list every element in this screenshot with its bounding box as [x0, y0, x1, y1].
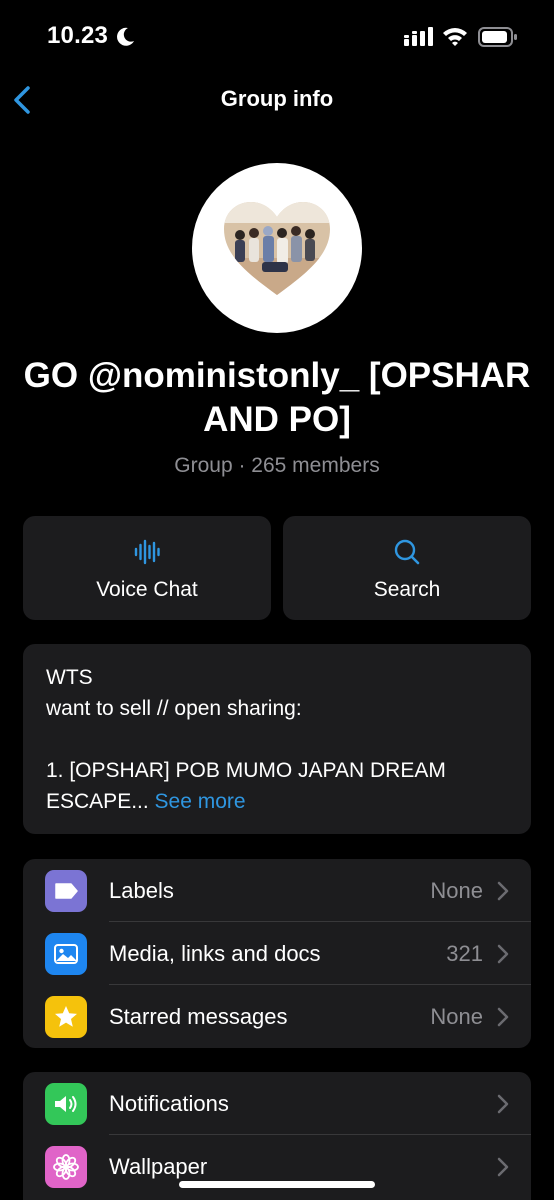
media-settings-list: Labels None Media, links and docs 321 St…: [23, 859, 531, 1048]
moon-icon: [117, 27, 134, 46]
wallpaper-row[interactable]: Wallpaper: [23, 1135, 531, 1198]
nav-bar: Group info: [0, 76, 554, 122]
group-description: WTS want to sell // open sharing: 1. [OP…: [23, 644, 531, 834]
home-indicator[interactable]: [179, 1181, 375, 1188]
voice-chat-button[interactable]: Voice Chat: [23, 516, 271, 620]
chevron-right-icon: [497, 1157, 509, 1177]
labels-row[interactable]: Labels None: [23, 859, 531, 922]
battery-icon: [478, 27, 517, 47]
page-title: Group info: [220, 86, 334, 111]
chevron-right-icon: [497, 944, 509, 964]
row-value: None: [430, 878, 483, 903]
row-label: Media, links and docs: [109, 941, 321, 966]
starred-messages-row[interactable]: Starred messages None: [23, 985, 531, 1048]
chevron-right-icon: [497, 881, 509, 901]
row-label: Labels: [109, 878, 174, 903]
row-label: Notifications: [109, 1091, 229, 1116]
description-text: WTS want to sell // open sharing: 1. [OP…: [46, 662, 516, 817]
row-label: Starred messages: [109, 1004, 288, 1029]
group-photo-heart: [224, 202, 330, 295]
row-value: None: [430, 1004, 483, 1029]
description-body: WTS want to sell // open sharing: 1. [OP…: [46, 666, 446, 813]
status-time: 10.23: [47, 22, 109, 49]
cellular-signal-icon: [404, 27, 433, 46]
group-name: GO @noministonly_ [OPSHAR AND PO]: [23, 356, 531, 439]
chevron-right-icon: [497, 1007, 509, 1027]
voice-chat-label: Voice Chat: [96, 578, 198, 601]
star-icon: [45, 996, 87, 1038]
chevron-right-icon: [497, 1094, 509, 1114]
status-bar: 10.23: [0, 0, 554, 76]
search-button[interactable]: Search: [283, 516, 531, 620]
row-value: 321: [446, 941, 483, 966]
media-links-docs-row[interactable]: Media, links and docs 321: [23, 922, 531, 985]
group-member-count: Group · 265 members: [174, 454, 380, 477]
wifi-icon: [443, 28, 467, 46]
flower-icon: [45, 1146, 87, 1188]
notifications-row[interactable]: Notifications: [23, 1072, 531, 1135]
row-label: Wallpaper: [109, 1154, 208, 1179]
see-more-link[interactable]: See more: [155, 790, 246, 813]
speaker-icon: [45, 1083, 87, 1125]
waveform-icon: [134, 539, 160, 565]
label-icon: [45, 870, 87, 912]
search-icon: [394, 539, 420, 565]
search-label: Search: [373, 578, 441, 601]
group-avatar[interactable]: [192, 163, 362, 333]
photo-icon: [45, 933, 87, 975]
